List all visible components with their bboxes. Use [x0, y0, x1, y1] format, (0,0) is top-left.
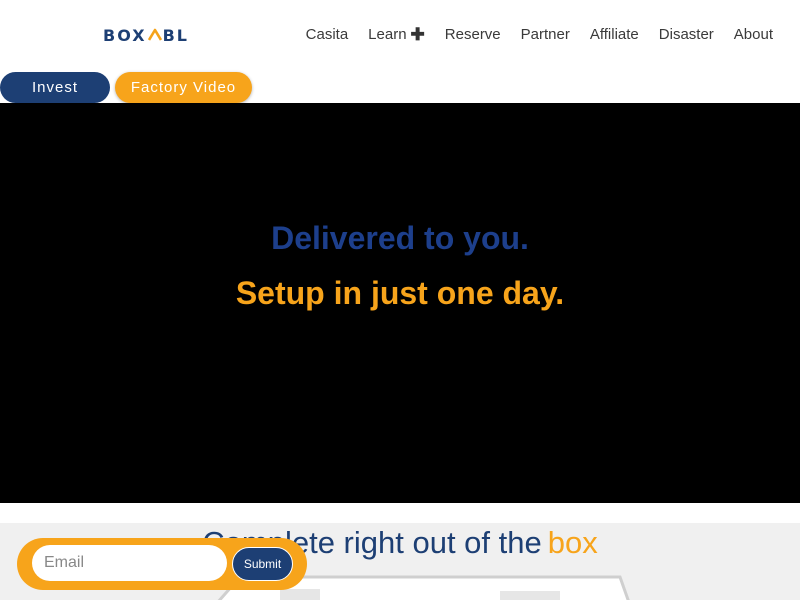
logo-roof-icon — [147, 28, 162, 42]
section-heading-accent: box — [547, 525, 598, 560]
nav-learn[interactable]: Learn ✚ — [368, 24, 425, 44]
plus-icon: ✚ — [410, 24, 425, 44]
logo-text-right: BL — [162, 25, 189, 45]
nav-learn-label: Learn — [368, 25, 407, 43]
nav-disaster[interactable]: Disaster — [659, 24, 714, 44]
nav-affiliate[interactable]: Affiliate — [590, 24, 639, 44]
logo-text-left: BOX — [103, 25, 147, 45]
email-input[interactable] — [32, 545, 227, 581]
hero-line-setup: Setup in just one day. — [235, 275, 565, 311]
nav-about[interactable]: About — [734, 24, 773, 44]
factory-video-button[interactable]: Factory Video — [115, 72, 252, 103]
nav-reserve[interactable]: Reserve — [445, 24, 501, 44]
invest-button[interactable]: Invest — [0, 72, 110, 103]
hero-line-delivered: Delivered to you. — [271, 220, 529, 256]
site-header: BOX BL Casita Learn ✚ Reserve Partner Aff… — [0, 0, 800, 72]
submit-button[interactable]: Submit — [232, 547, 293, 581]
email-signup-form: Submit — [17, 538, 307, 590]
nav-casita[interactable]: Casita — [306, 24, 349, 44]
hero-video[interactable]: Delivered to you. Setup in just one day. — [0, 103, 800, 503]
main-nav: Casita Learn ✚ Reserve Partner Affiliate … — [286, 24, 773, 44]
nav-partner[interactable]: Partner — [521, 24, 570, 44]
boxabl-logo[interactable]: BOX BL — [103, 23, 189, 47]
